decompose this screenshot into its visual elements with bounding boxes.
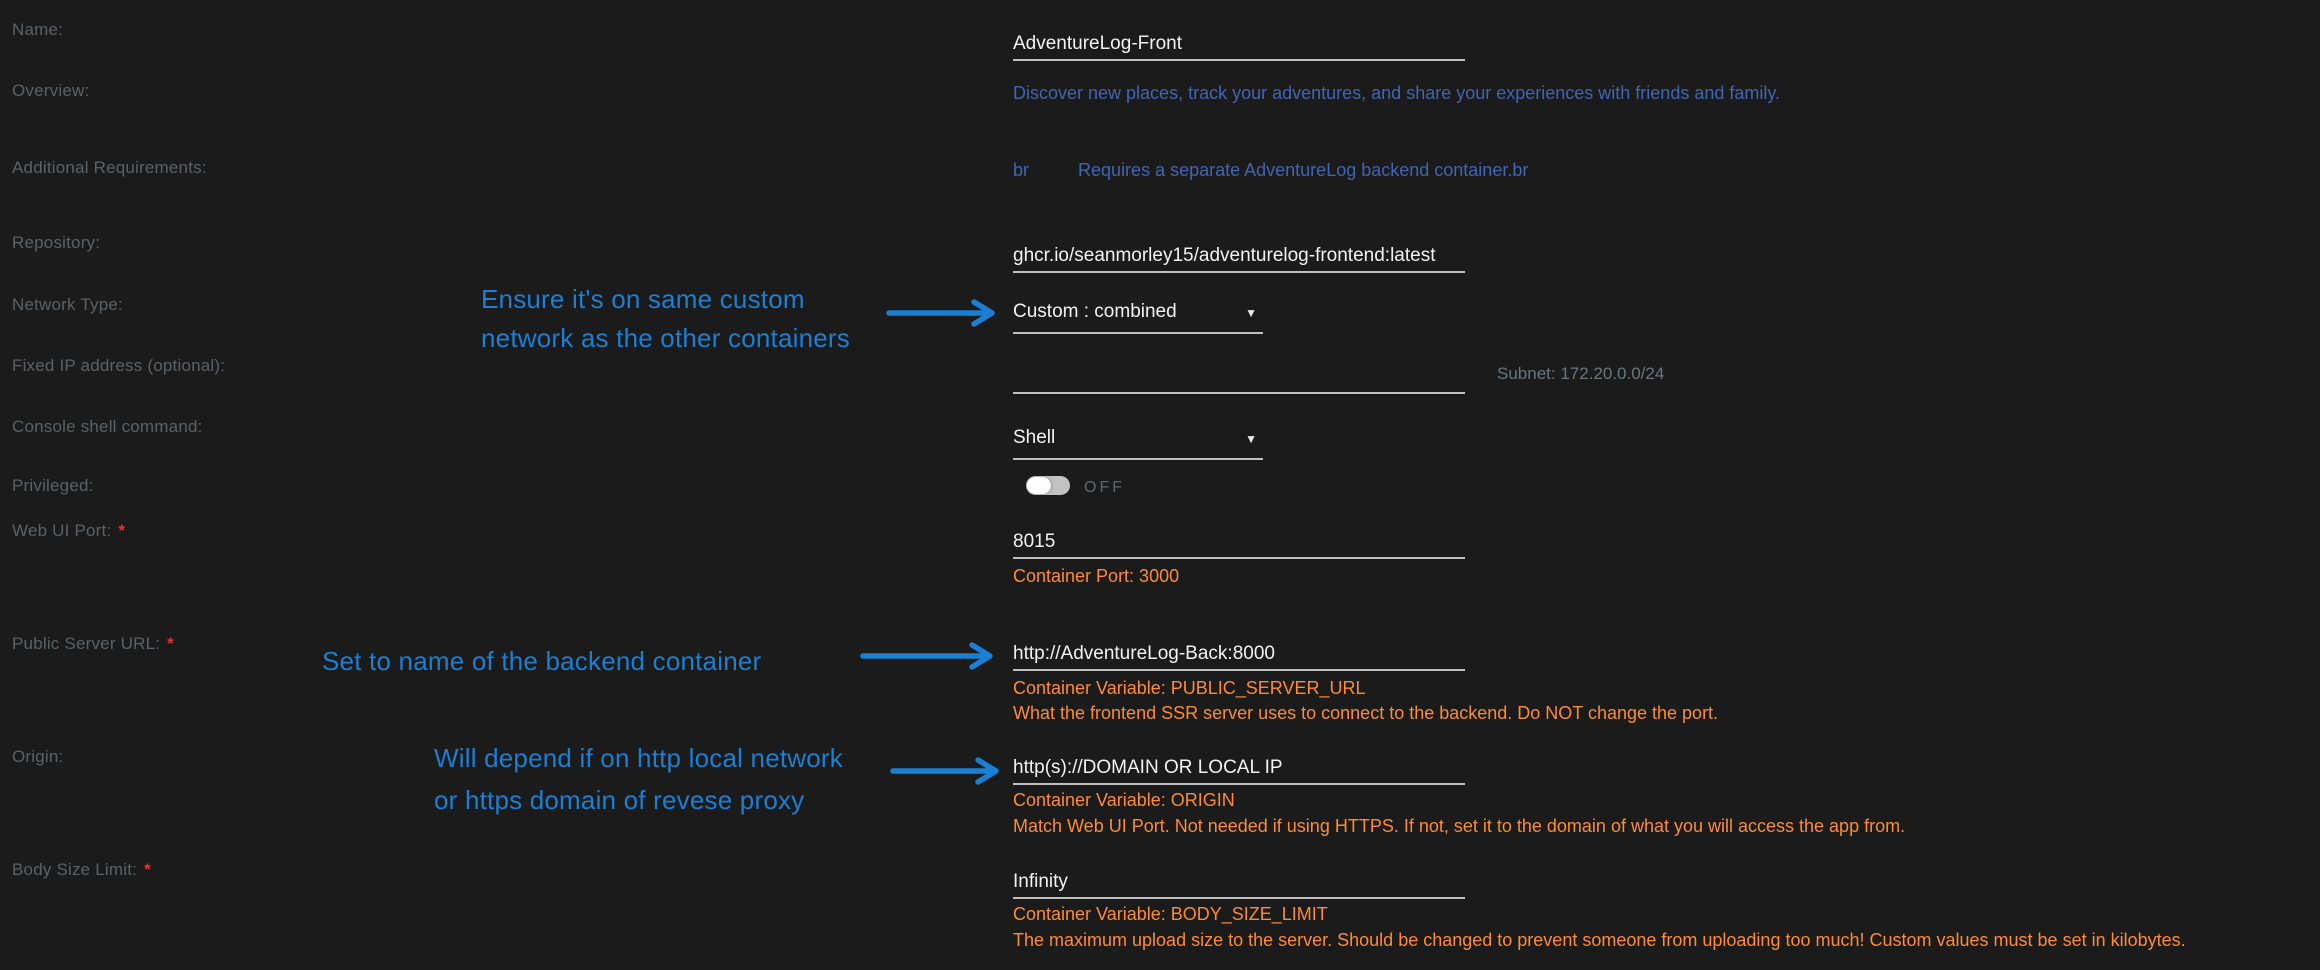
origin-input[interactable] — [1013, 752, 1465, 785]
toggle-knob — [1027, 477, 1051, 494]
overview-text: Discover new places, track your adventur… — [1013, 83, 1780, 104]
public-server-url-label: Public Server URL:* — [12, 634, 174, 654]
additional-requirements-text: br Requires a separate AdventureLog back… — [1013, 160, 1528, 181]
origin-variable: Container Variable: ORIGIN — [1013, 790, 1235, 811]
fixed-ip-input[interactable] — [1013, 361, 1465, 394]
body-size-limit-description: The maximum upload size to the server. S… — [1013, 930, 2186, 951]
required-asterisk: * — [167, 634, 174, 653]
network-type-select[interactable]: Custom : combined ▼ — [1013, 301, 1263, 334]
annotation-origin-note: Will depend if on http local network or … — [434, 737, 843, 821]
body-size-limit-input[interactable] — [1013, 866, 1465, 899]
additional-requirements-main: Requires a separate AdventureLog backend… — [1078, 160, 1528, 181]
body-size-limit-variable: Container Variable: BODY_SIZE_LIMIT — [1013, 904, 1328, 925]
annotation-line: network as the other containers — [481, 319, 850, 358]
console-shell-select[interactable]: Shell ▼ — [1013, 427, 1263, 460]
fixed-ip-label: Fixed IP address (optional): — [12, 356, 225, 376]
console-shell-value: Shell — [1013, 427, 1055, 449]
public-server-url-variable: Container Variable: PUBLIC_SERVER_URL — [1013, 678, 1366, 699]
name-input[interactable] — [1013, 28, 1465, 61]
annotation-line: or https domain of revese proxy — [434, 779, 843, 821]
annotation-line: Set to name of the backend container — [322, 642, 761, 681]
origin-label: Origin: — [12, 747, 63, 767]
arrow-icon — [860, 642, 1002, 670]
annotation-line: Ensure it's on same custom — [481, 280, 850, 319]
privileged-label: Privileged: — [12, 476, 94, 496]
annotation-network-note: Ensure it's on same custom network as th… — [481, 280, 850, 358]
additional-requirements-prefix: br — [1013, 160, 1029, 181]
required-asterisk: * — [144, 860, 151, 879]
required-asterisk: * — [118, 521, 125, 540]
public-server-url-input[interactable] — [1013, 638, 1465, 671]
webui-port-label: Web UI Port:* — [12, 521, 125, 541]
network-type-value: Custom : combined — [1013, 301, 1177, 323]
privileged-toggle[interactable] — [1026, 476, 1070, 495]
subnet-hint: Subnet: 172.20.0.0/24 — [1497, 364, 1664, 384]
repository-input[interactable] — [1013, 240, 1465, 273]
privileged-toggle-state: OFF — [1084, 479, 1125, 497]
annotation-public-server-note: Set to name of the backend container — [322, 642, 761, 681]
arrow-icon — [890, 757, 1012, 785]
annotation-line: Will depend if on http local network — [434, 737, 843, 779]
arrow-icon — [886, 299, 1008, 327]
console-shell-label: Console shell command: — [12, 417, 203, 437]
overview-label: Overview: — [12, 81, 89, 101]
name-label: Name: — [12, 20, 63, 40]
additional-requirements-label: Additional Requirements: — [12, 158, 207, 178]
dropdown-caret-icon: ▼ — [1245, 306, 1257, 320]
body-size-limit-label: Body Size Limit:* — [12, 860, 151, 880]
public-server-url-description: What the frontend SSR server uses to con… — [1013, 703, 1718, 724]
dropdown-caret-icon: ▼ — [1245, 432, 1257, 446]
webui-port-input[interactable] — [1013, 526, 1465, 559]
webui-port-container-hint: Container Port: 3000 — [1013, 566, 1179, 587]
origin-description: Match Web UI Port. Not needed if using H… — [1013, 816, 1905, 837]
container-edit-form: Name: Overview: Additional Requirements:… — [0, 0, 2320, 970]
repository-label: Repository: — [12, 233, 100, 253]
network-type-label: Network Type: — [12, 295, 123, 315]
